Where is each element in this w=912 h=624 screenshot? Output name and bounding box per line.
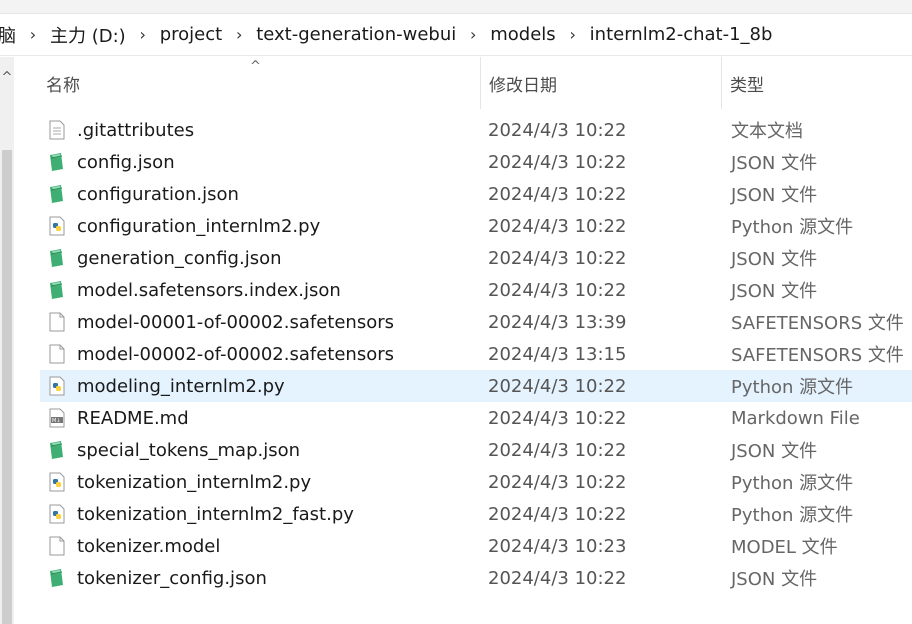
file-type: Python 源文件	[731, 473, 854, 494]
file-row[interactable]: tokenizer.model 2024/4/3 10:23 MODEL 文件	[14, 530, 912, 562]
file-modified-date: 2024/4/3 10:22	[488, 119, 627, 141]
file-row[interactable]: config.json 2024/4/3 10:22 JSON 文件	[14, 146, 912, 178]
file-modified-date: 2024/4/3 10:22	[488, 503, 627, 525]
breadcrumb-item[interactable]: models	[484, 24, 561, 45]
file-row[interactable]: modeling_internlm2.py 2024/4/3 10:22 Pytho…	[40, 370, 912, 402]
json-file-icon	[48, 568, 66, 588]
window-top-strip	[0, 0, 912, 14]
file-type: JSON 文件	[731, 185, 818, 206]
file-modified-date: 2024/4/3 10:23	[488, 535, 627, 557]
column-header-name[interactable]: 名称	[38, 57, 478, 109]
file-type: JSON 文件	[731, 569, 818, 590]
file-modified-date: 2024/4/3 10:22	[488, 247, 627, 269]
file-name[interactable]: tokenization_internlm2_fast.py	[77, 504, 354, 525]
file-name[interactable]: model.safetensors.index.json	[77, 280, 341, 301]
breadcrumb[interactable]: 脑›主力 (D:)›project›text-generation-webui›…	[0, 14, 912, 56]
json-file-icon	[48, 152, 66, 172]
file-type: 文本文档	[731, 121, 803, 142]
breadcrumb-item[interactable]: 主力 (D:)	[44, 22, 132, 48]
file-modified-date: 2024/4/3 10:22	[488, 279, 627, 301]
file-type: SAFETENSORS 文件	[731, 345, 904, 366]
json-file-icon	[48, 280, 66, 300]
file-name[interactable]: configuration_internlm2.py	[77, 216, 320, 237]
file-name[interactable]: tokenizer.model	[77, 536, 220, 557]
file-modified-date: 2024/4/3 13:15	[488, 343, 627, 365]
file-type: Markdown File	[731, 407, 860, 429]
chevron-right-icon[interactable]: ›	[228, 25, 250, 44]
column-header-type[interactable]: 类型	[721, 57, 912, 109]
file-type: JSON 文件	[731, 249, 818, 270]
file-modified-date: 2024/4/3 10:22	[488, 567, 627, 589]
breadcrumb-item[interactable]: text-generation-webui	[250, 24, 462, 45]
python-file-icon	[48, 504, 66, 524]
file-row[interactable]: special_tokens_map.json 2024/4/3 10:22 JSO…	[14, 434, 912, 466]
text-file-icon	[48, 120, 66, 140]
file-name[interactable]: README.md	[77, 408, 189, 429]
file-modified-date: 2024/4/3 10:22	[488, 439, 627, 461]
file-name[interactable]: config.json	[77, 152, 175, 173]
file-type: Python 源文件	[731, 505, 854, 526]
blank-file-icon	[48, 312, 66, 332]
file-row[interactable]: tokenizer_config.json 2024/4/3 10:22 JSON …	[14, 562, 912, 594]
file-type: JSON 文件	[731, 441, 818, 462]
file-name[interactable]: modeling_internlm2.py	[77, 376, 285, 397]
file-name[interactable]: tokenizer_config.json	[77, 568, 267, 589]
python-file-icon	[48, 216, 66, 236]
file-name[interactable]: special_tokens_map.json	[77, 440, 300, 461]
file-modified-date: 2024/4/3 10:22	[488, 151, 627, 173]
file-row[interactable]: .gitattributes 2024/4/3 10:22 文本文档	[14, 114, 912, 146]
file-name[interactable]: model-00001-of-00002.safetensors	[77, 312, 394, 333]
file-row[interactable]: generation_config.json 2024/4/3 10:22 JSON…	[14, 242, 912, 274]
file-type: JSON 文件	[731, 281, 818, 302]
svg-text:M↓: M↓	[52, 418, 61, 424]
file-row[interactable]: configuration.json 2024/4/3 10:22 JSON 文件	[14, 178, 912, 210]
file-modified-date: 2024/4/3 10:22	[488, 183, 627, 205]
file-name[interactable]: model-00002-of-00002.safetensors	[77, 344, 394, 365]
chevron-right-icon[interactable]: ›	[562, 25, 584, 44]
scroll-up-chevron-icon[interactable]: ^	[0, 62, 14, 92]
file-row[interactable]: configuration_internlm2.py 2024/4/3 10:22…	[14, 210, 912, 242]
file-type: MODEL 文件	[731, 537, 838, 558]
file-row[interactable]: model.safetensors.index.json 2024/4/3 10:…	[14, 274, 912, 306]
file-type: SAFETENSORS 文件	[731, 313, 904, 334]
file-type: Python 源文件	[731, 377, 854, 398]
json-file-icon	[48, 440, 66, 460]
file-name[interactable]: generation_config.json	[77, 248, 282, 269]
breadcrumb-item[interactable]: internlm2-chat-1_8b	[584, 24, 779, 45]
file-list: .gitattributes 2024/4/3 10:22 文本文档 config.j…	[14, 114, 912, 594]
file-row[interactable]: tokenization_internlm2_fast.py 2024/4/3 1…	[14, 498, 912, 530]
python-file-icon	[48, 376, 66, 396]
file-row[interactable]: model-00002-of-00002.safetensors 2024/4/3…	[14, 338, 912, 370]
file-name[interactable]: tokenization_internlm2.py	[77, 472, 311, 493]
file-type: JSON 文件	[731, 153, 818, 174]
json-file-icon	[48, 184, 66, 204]
breadcrumb-item[interactable]: 脑	[0, 22, 22, 48]
markdown-file-icon: M↓	[48, 408, 66, 428]
file-modified-date: 2024/4/3 10:22	[488, 407, 627, 429]
column-header-bar: ^ 名称 修改日期 类型	[14, 57, 912, 109]
file-modified-date: 2024/4/3 10:22	[488, 215, 627, 237]
file-name[interactable]: configuration.json	[77, 184, 239, 205]
file-modified-date: 2024/4/3 10:22	[488, 375, 627, 397]
chevron-right-icon[interactable]: ›	[462, 25, 484, 44]
blank-file-icon	[48, 536, 66, 556]
file-row[interactable]: model-00001-of-00002.safetensors 2024/4/3…	[14, 306, 912, 338]
file-modified-date: 2024/4/3 13:39	[488, 311, 627, 333]
file-name[interactable]: .gitattributes	[77, 120, 194, 141]
python-file-icon	[48, 472, 66, 492]
scrollbar-thumb[interactable]	[2, 150, 12, 624]
column-header-date[interactable]: 修改日期	[480, 57, 720, 109]
file-type: Python 源文件	[731, 217, 854, 238]
file-modified-date: 2024/4/3 10:22	[488, 471, 627, 493]
json-file-icon	[48, 248, 66, 268]
file-row[interactable]: M↓ README.md 2024/4/3 10:22 Markdown File	[14, 402, 912, 434]
blank-file-icon	[48, 344, 66, 364]
file-row[interactable]: tokenization_internlm2.py 2024/4/3 10:22 P…	[14, 466, 912, 498]
chevron-right-icon[interactable]: ›	[22, 25, 44, 44]
breadcrumb-item[interactable]: project	[154, 24, 228, 45]
chevron-right-icon[interactable]: ›	[132, 25, 154, 44]
